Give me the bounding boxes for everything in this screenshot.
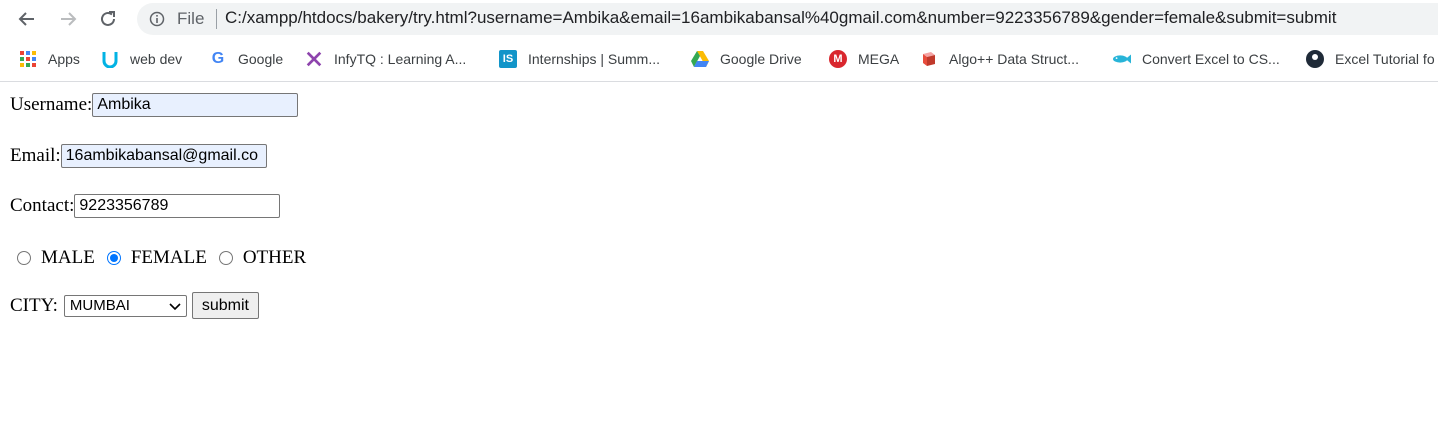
back-button[interactable] (15, 7, 39, 31)
bookmark-label: Google (238, 51, 284, 67)
city-label: CITY: (10, 294, 58, 316)
bookmark-google-drive[interactable]: Google Drive (691, 49, 802, 69)
bookmark-label: Apps (48, 51, 80, 67)
bookmark-web-dev[interactable]: web dev (101, 49, 182, 69)
apps-grid-icon (19, 50, 37, 68)
email-label: Email: (10, 145, 61, 166)
submit-button[interactable]: submit (191, 292, 259, 319)
google-icon: G (211, 50, 225, 67)
bookmark-label: Algo++ Data Struct... (949, 51, 1079, 67)
bookmark-algo[interactable]: Algo++ Data Struct... (920, 49, 1079, 69)
chevron-down-icon (169, 302, 181, 310)
username-row: Username: Ambika (10, 93, 299, 117)
bookmark-convert-excel[interactable]: Convert Excel to CS... (1113, 49, 1280, 69)
bookmark-label: MEGA (858, 51, 900, 67)
radio-female-label: FEMALE (130, 247, 207, 268)
file-scheme-label: File (177, 9, 205, 28)
bookmarks-bar: Apps web dev G Google InfyTQ : Learning … (0, 38, 1438, 82)
email-row: Email: 16ambikabansal@gmail.co (10, 144, 267, 168)
mega-icon: M (829, 50, 847, 68)
radio-male-label: MALE (41, 247, 95, 268)
radio-female[interactable] (106, 251, 121, 265)
bookmark-infytq[interactable]: InfyTQ : Learning A... (305, 49, 466, 69)
back-arrow-icon (18, 12, 34, 26)
contact-row: Contact: 9223356789 (10, 194, 281, 218)
excel-tutorial-icon (1306, 50, 1324, 68)
codingblocks-icon (920, 50, 938, 68)
info-icon (149, 11, 165, 27)
fish-icon (1113, 50, 1131, 68)
internshala-icon: IS (499, 50, 517, 68)
browser-toolbar: File C:/xampp/htdocs/bakery/try.html?use… (0, 0, 1438, 38)
bookmark-google[interactable]: G Google (209, 49, 283, 69)
radio-male[interactable] (17, 251, 31, 265)
udacity-icon (101, 50, 119, 68)
bookmark-label: InfyTQ : Learning A... (334, 51, 467, 67)
gender-row: MALE FEMALE OTHER (17, 247, 306, 269)
bookmark-mega[interactable]: M MEGA (829, 49, 899, 69)
city-selected-value: MUMBAI (69, 297, 130, 314)
url-separator (216, 9, 217, 29)
bookmark-label: web dev (130, 51, 183, 67)
city-row: CITY: MUMBAI submit (10, 292, 259, 319)
bookmark-excel-tutorial[interactable]: Excel Tutorial fo (1306, 49, 1435, 69)
reload-icon (101, 11, 115, 26)
bookmark-label: Convert Excel to CS... (1142, 51, 1280, 67)
username-input[interactable]: Ambika (92, 93, 299, 117)
url-text[interactable]: C:/xampp/htdocs/bakery/try.html?username… (225, 8, 1336, 28)
infytq-icon (305, 50, 323, 68)
address-bar[interactable]: File C:/xampp/htdocs/bakery/try.html?use… (137, 3, 1438, 35)
radio-other-label: OTHER (242, 247, 307, 268)
username-label: Username: (10, 94, 93, 115)
bookmark-internships[interactable]: IS Internships | Summ... (499, 49, 660, 69)
bookmark-label: Google Drive (720, 51, 802, 67)
email-input[interactable]: 16ambikabansal@gmail.co (60, 144, 267, 168)
contact-input[interactable]: 9223356789 (74, 194, 281, 218)
forward-button[interactable] (56, 7, 80, 31)
radio-other[interactable] (218, 251, 233, 265)
bookmark-label: Internships | Summ... (528, 51, 661, 67)
contact-label: Contact: (10, 195, 75, 216)
city-select[interactable]: MUMBAI (63, 294, 187, 317)
bookmark-apps[interactable]: Apps (19, 49, 80, 69)
reload-button[interactable] (96, 7, 120, 31)
google-drive-icon (691, 50, 709, 68)
bookmark-label: Excel Tutorial fo (1335, 51, 1435, 67)
forward-arrow-icon (61, 12, 77, 26)
